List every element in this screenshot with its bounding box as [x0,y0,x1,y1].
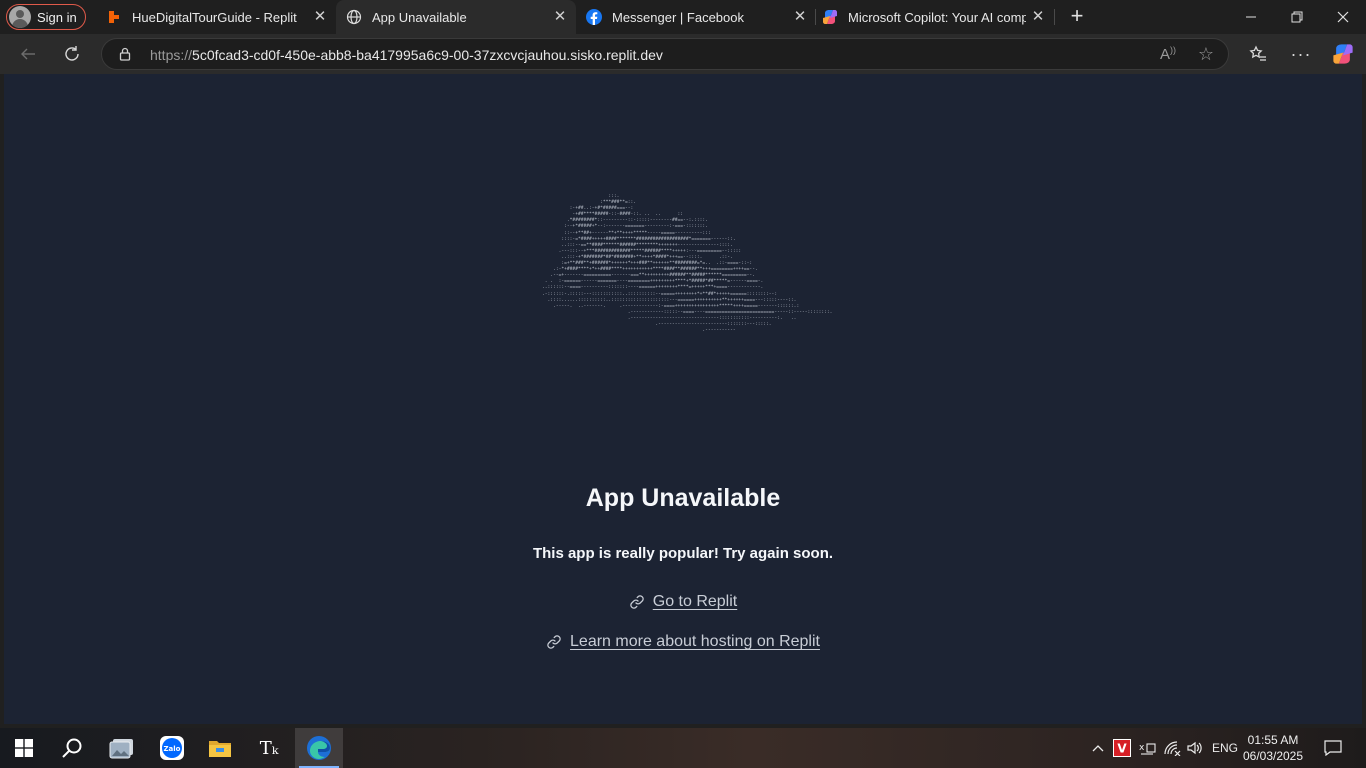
windows-start-icon[interactable] [0,728,48,768]
tab-messenger[interactable]: Messenger | Facebook ✕ [576,0,816,34]
system-clock[interactable]: 01:55 AM 06/03/2025 [1240,732,1306,764]
link-icon [629,594,645,610]
tab-title: HueDigitalTourGuide - Replit [132,9,297,25]
page-subtitle: This app is really popular! Try again so… [532,545,834,562]
close-tab-icon[interactable]: ✕ [552,9,568,25]
volume-icon[interactable] [1186,728,1204,768]
globe-icon [346,9,362,25]
close-window-button[interactable] [1320,0,1366,34]
ascii-art-cloud: :::. :***###**=::. :-+##..:-+#*#####===-… [542,194,833,334]
windows-taskbar: Zalo Tₖ V x ENG 01:55 AM 06/03/2025 [0,728,1366,768]
refresh-icon[interactable] [60,42,84,66]
read-aloud-label: A [1159,46,1170,63]
link-icon [546,634,562,650]
clock-time: 01:55 AM [1247,733,1299,747]
go-to-replit-link[interactable]: Go to Replit [4,593,1362,611]
new-tab-button[interactable]: + [1066,5,1088,28]
favorites-icon[interactable] [1246,42,1270,66]
close-tab-icon[interactable]: ✕ [1030,9,1046,25]
notifications-icon[interactable] [1324,728,1342,768]
page-title: App Unavailable [585,484,781,512]
minimize-button[interactable] [1228,0,1274,34]
clock-date: 06/03/2025 [1242,749,1304,763]
network-icon[interactable] [1163,728,1181,768]
keyboard-layout-icon[interactable]: x [1138,728,1156,768]
tab-app-unavailable[interactable]: App Unavailable ✕ [336,0,576,34]
facebook-icon [586,9,602,25]
svg-text:x: x [1139,743,1145,753]
address-bar[interactable]: https://5c0fcad3-cd0f-450e-abb8-ba417995… [101,38,1229,70]
learn-more-hosting-link[interactable]: Learn more about hosting on Replit [4,633,1362,651]
close-tab-icon[interactable]: ✕ [312,9,328,25]
restore-button[interactable] [1274,0,1320,34]
copilot-sidebar-icon[interactable] [1331,42,1355,66]
file-explorer-icon[interactable] [196,728,244,768]
go-to-replit-label: Go to Replit [652,593,738,610]
show-hidden-icons-icon[interactable] [1091,728,1105,768]
url-scheme: https:// [150,47,193,63]
learn-more-hosting-label: Learn more about hosting on Replit [570,633,820,650]
sign-in-label: Sign in [37,9,77,25]
browser-toolbar: https://5c0fcad3-cd0f-450e-abb8-ba417995… [0,34,1366,74]
tab-separator [1054,9,1055,25]
more-options-icon[interactable]: ··· [1289,42,1313,66]
replit-icon [106,9,122,25]
tab-huedigitaltourguide[interactable]: HueDigitalTourGuide - Replit ✕ [96,0,336,34]
copilot-icon [822,9,838,25]
favorite-star-icon[interactable]: ☆ [1198,44,1214,65]
svg-text:V: V [1117,742,1127,756]
photos-app-icon[interactable] [98,728,146,768]
language-indicator[interactable]: ENG [1212,728,1238,768]
page-content: :::. :***###**=::. :-+##..:-+#*#####===-… [4,74,1362,724]
sign-in-button[interactable]: Sign in [6,4,86,30]
profile-avatar-icon [9,6,31,28]
tab-title: Microsoft Copilot: Your AI compar [848,9,1026,25]
typing-app-icon[interactable]: Tₖ [245,728,293,768]
tab-title: App Unavailable [372,9,467,25]
edge-icon[interactable] [295,728,343,768]
read-aloud-icon[interactable]: A)) [1160,45,1176,63]
vietnamese-ime-icon[interactable]: V [1113,728,1131,768]
url-text[interactable]: https://5c0fcad3-cd0f-450e-abb8-ba417995… [150,47,663,63]
back-arrow-icon[interactable] [16,42,40,66]
svg-text:Zalo: Zalo [163,745,180,753]
zalo-icon[interactable]: Zalo [148,728,196,768]
close-tab-icon[interactable]: ✕ [792,9,808,25]
tab-copilot[interactable]: Microsoft Copilot: Your AI compar ✕ [812,0,1054,34]
url-host: 5c0fcad3-cd0f-450e-abb8-ba417995a6c9-00-… [192,47,663,63]
tab-title: Messenger | Facebook [612,9,744,25]
search-icon[interactable] [48,728,96,768]
tab-strip: Sign in HueDigitalTourGuide - Replit ✕ A… [0,0,1366,34]
lock-icon[interactable] [118,47,132,61]
language-label: ENG [1212,741,1239,755]
